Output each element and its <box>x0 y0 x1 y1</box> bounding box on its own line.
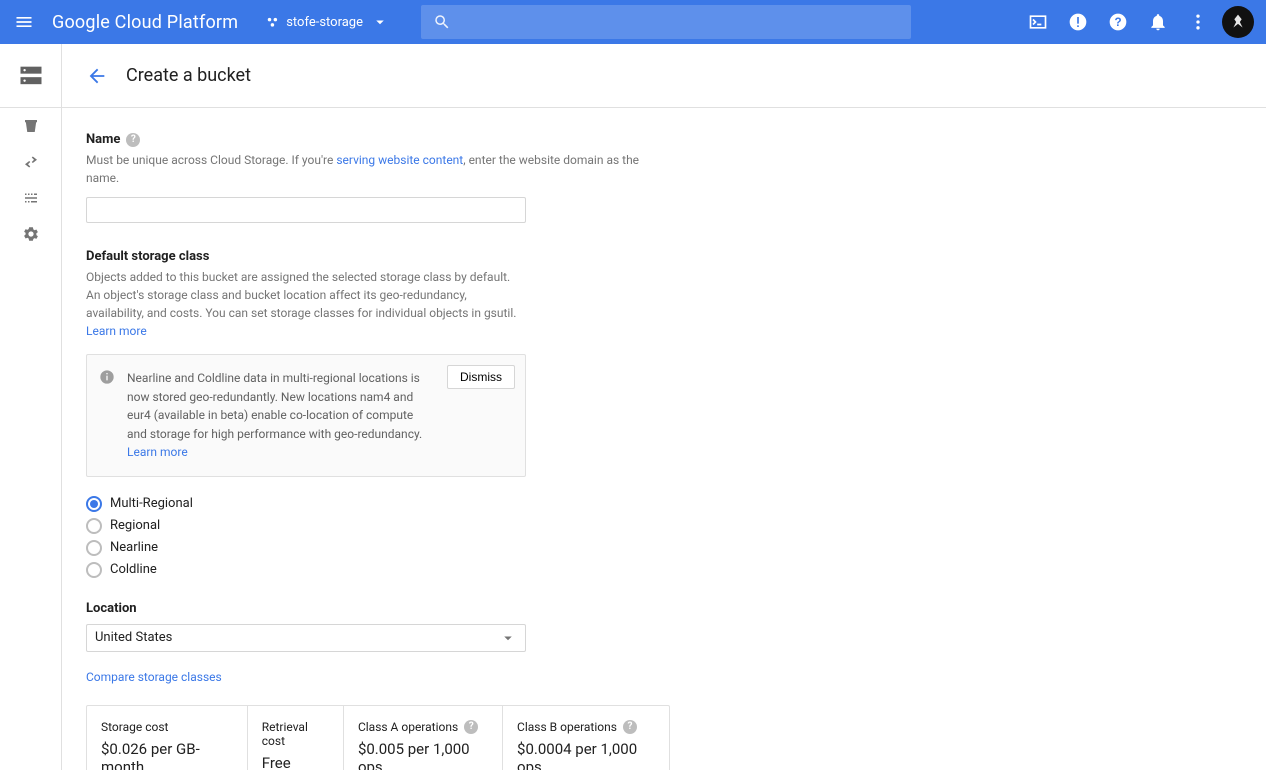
topbar: Google Cloud Platform stofe-storage ? <box>0 0 1266 44</box>
project-name: stofe-storage <box>286 15 363 30</box>
info-box: Dismiss Nearline and Coldline data in mu… <box>86 354 526 477</box>
caret-down-icon <box>499 629 517 647</box>
bucket-icon <box>22 117 40 135</box>
search-input[interactable] <box>421 5 911 39</box>
radio-label: Multi-Regional <box>110 496 193 511</box>
arrow-back-icon <box>86 65 108 87</box>
more-vert-icon <box>1188 12 1208 32</box>
cost-cell: Storage cost $0.026 per GB-month <box>87 706 247 770</box>
help-icon[interactable]: ? <box>623 720 637 734</box>
appliance-icon <box>22 189 40 207</box>
name-hint: Must be unique across Cloud Storage. If … <box>86 151 658 187</box>
nav-browser[interactable] <box>0 108 61 144</box>
radio-icon <box>86 562 102 578</box>
bell-icon <box>1148 12 1168 32</box>
hamburger-menu-button[interactable] <box>12 10 36 34</box>
back-button[interactable] <box>86 65 108 87</box>
nav-transfer[interactable] <box>0 144 61 180</box>
radio-nearline[interactable]: Nearline <box>86 537 658 559</box>
project-selector[interactable]: stofe-storage <box>266 13 389 31</box>
radio-icon <box>86 518 102 534</box>
utilities-menu-button[interactable] <box>1178 2 1218 42</box>
avatar-icon <box>1227 11 1249 33</box>
caret-down-icon <box>371 13 389 31</box>
nav-transfer-appliance[interactable] <box>0 180 61 216</box>
cost-cell: Retrieval cost Free <box>247 706 343 770</box>
menu-icon <box>14 12 34 32</box>
bucket-name-input[interactable] <box>86 197 526 223</box>
location-label: Location <box>86 601 137 616</box>
left-nav <box>0 44 62 770</box>
help-icon: ? <box>1108 12 1128 32</box>
storage-class-learn-more-link[interactable]: Learn more <box>86 324 147 338</box>
location-select[interactable]: United States <box>86 624 526 652</box>
project-icon <box>266 15 280 29</box>
cost-header: Class A operations? <box>358 720 488 734</box>
help-icon[interactable]: ? <box>464 720 478 734</box>
cost-cell: Class A operations? $0.005 per 1,000 ops <box>343 706 502 770</box>
info-box-text: Nearline and Coldline data in multi-regi… <box>127 371 422 441</box>
storage-icon <box>17 62 45 90</box>
cost-cell: Class B operations? $0.0004 per 1,000 ops <box>502 706 669 770</box>
alert-button[interactable] <box>1058 2 1098 42</box>
account-avatar[interactable] <box>1222 6 1254 38</box>
alert-icon <box>1068 12 1088 32</box>
name-help-icon[interactable]: ? <box>126 133 140 147</box>
info-box-learn-more-link[interactable]: Learn more <box>127 445 188 459</box>
notifications-button[interactable] <box>1138 2 1178 42</box>
name-label: Name <box>86 132 120 147</box>
transfer-icon <box>22 153 40 171</box>
svg-text:?: ? <box>1114 16 1121 29</box>
radio-coldline[interactable]: Coldline <box>86 559 658 581</box>
cost-value: $0.026 per GB-month <box>101 740 233 770</box>
storage-section-icon[interactable] <box>0 44 61 108</box>
gear-icon <box>22 225 40 243</box>
info-icon <box>99 369 115 385</box>
dismiss-button[interactable]: Dismiss <box>447 365 515 389</box>
storage-class-label: Default storage class <box>86 249 209 264</box>
cost-header: Class B operations? <box>517 720 655 734</box>
radio-label: Regional <box>110 518 160 533</box>
radio-label: Nearline <box>110 540 158 555</box>
cost-header: Storage cost <box>101 720 233 734</box>
compare-storage-classes-link[interactable]: Compare storage classes <box>86 670 222 684</box>
product-name: Google Cloud Platform <box>52 12 238 33</box>
location-value: United States <box>95 630 172 645</box>
radio-icon <box>86 496 102 512</box>
search-icon <box>433 13 451 31</box>
page-header: Create a bucket <box>62 44 1266 108</box>
radio-icon <box>86 540 102 556</box>
nav-settings[interactable] <box>0 216 61 252</box>
help-button[interactable]: ? <box>1098 2 1138 42</box>
cost-value: $0.0004 per 1,000 ops <box>517 740 655 770</box>
cost-value: Free <box>262 754 329 770</box>
main-content: Create a bucket Name ? Must be unique ac… <box>62 44 1266 770</box>
cost-header: Retrieval cost <box>262 720 329 748</box>
radio-regional[interactable]: Regional <box>86 515 658 537</box>
cost-value: $0.005 per 1,000 ops <box>358 740 488 770</box>
cloud-shell-button[interactable] <box>1018 2 1058 42</box>
serving-website-content-link[interactable]: serving website content <box>336 153 463 167</box>
cloud-shell-icon <box>1028 12 1048 32</box>
storage-class-hint: Objects added to this bucket are assigne… <box>86 268 526 340</box>
radio-multi-regional[interactable]: Multi-Regional <box>86 493 658 515</box>
radio-label: Coldline <box>110 562 157 577</box>
page-title: Create a bucket <box>126 65 251 86</box>
